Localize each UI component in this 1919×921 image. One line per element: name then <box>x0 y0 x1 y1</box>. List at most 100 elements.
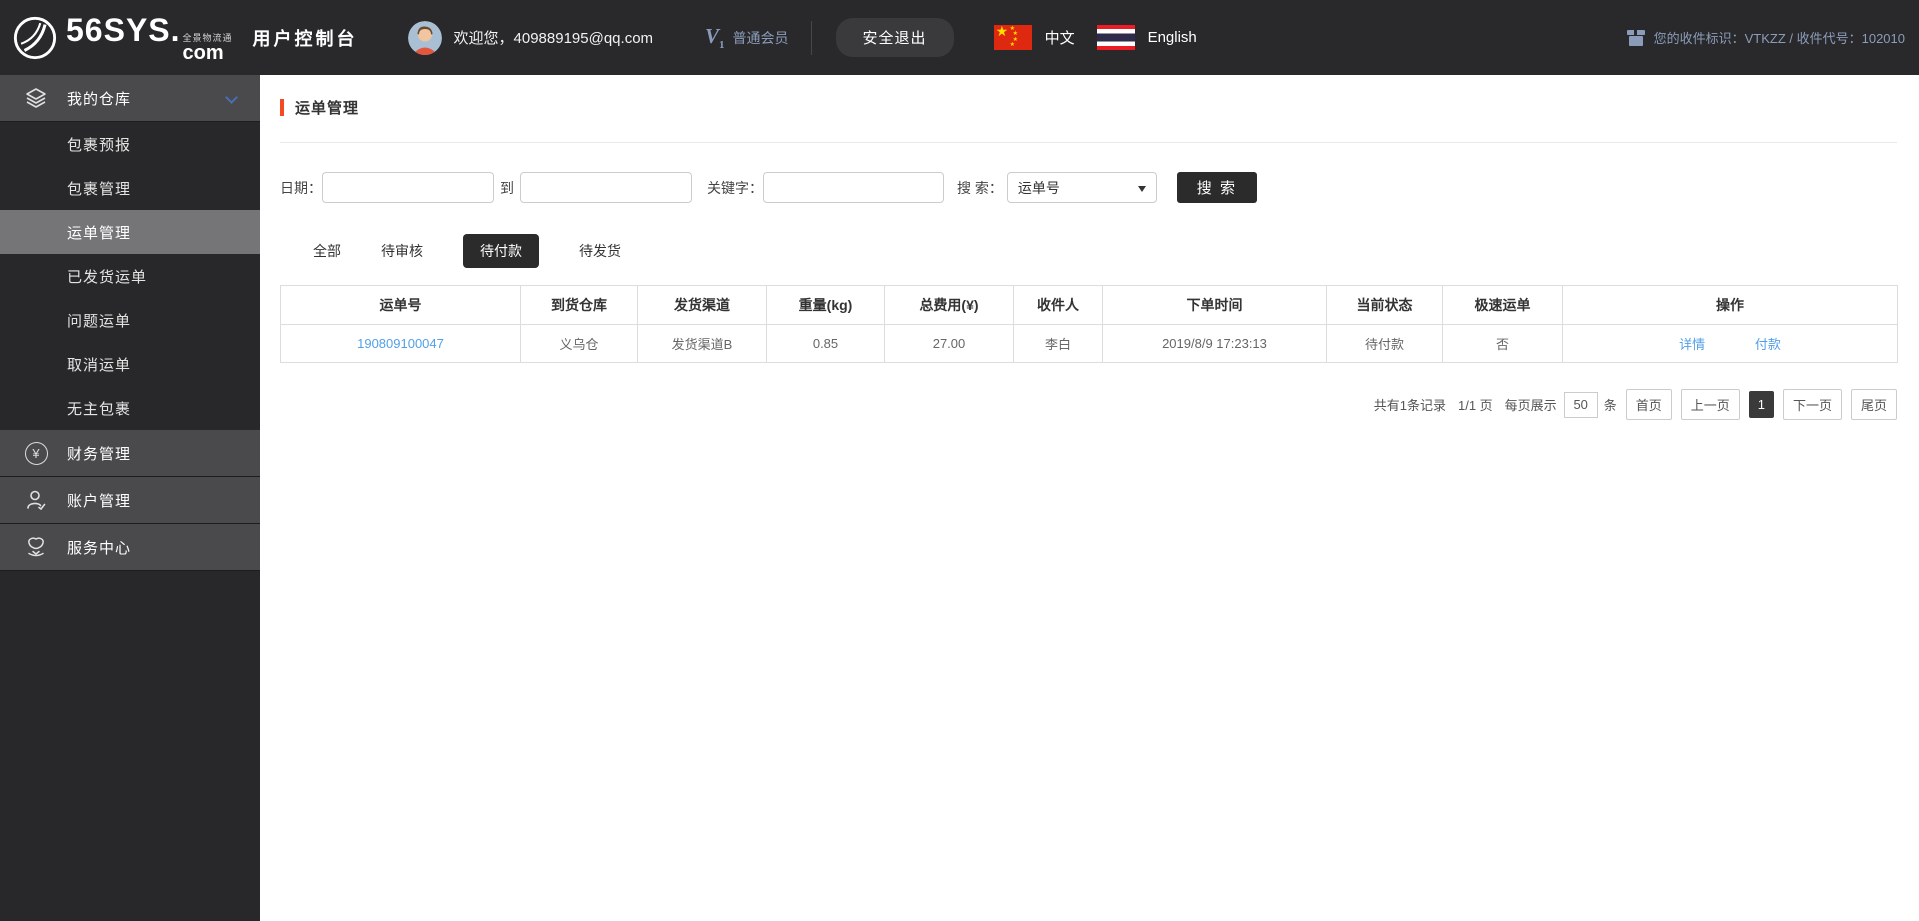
language-switch-english[interactable]: English <box>1096 25 1197 50</box>
sidebar-item-cancelled-waybills[interactable]: 取消运单 <box>0 342 260 386</box>
col-channel: 发货渠道 <box>637 285 767 325</box>
service-flower-icon <box>24 535 48 559</box>
waybill-table: 运单号 到货仓库 发货渠道 重量(kg) 总费用(¥) 收件人 下单时间 当前状… <box>280 285 1898 363</box>
lang-zh-label: 中文 <box>1044 30 1075 47</box>
cell-order-time: 2019/8/9 17:23:13 <box>1102 324 1327 363</box>
cell-status: 待付款 <box>1326 324 1443 363</box>
yen-circle-icon: ¥ <box>24 441 48 465</box>
select-arrow-icon <box>1137 186 1146 192</box>
cell-receiver: 李白 <box>1013 324 1103 363</box>
sidebar-group-my-warehouse[interactable]: 我的仓库 <box>0 75 260 122</box>
detail-link[interactable]: 详情 <box>1679 337 1705 352</box>
col-express: 极速运单 <box>1442 285 1563 325</box>
sidebar-item-package-forecast[interactable]: 包裹预报 <box>0 122 260 166</box>
globe-swoosh-icon <box>13 16 57 59</box>
col-weight: 重量(kg) <box>766 285 885 325</box>
sidebar-group-label: 财务管理 <box>67 445 132 463</box>
first-page-button[interactable]: 首页 <box>1625 389 1672 420</box>
keyword-label: 关键字： <box>707 179 763 196</box>
sidebar-group-label: 我的仓库 <box>67 90 132 108</box>
table-row: 190809100047 义乌仓 发货渠道B 0.85 27.00 李白 201… <box>280 324 1898 363</box>
pay-link[interactable]: 付款 <box>1755 337 1781 352</box>
date-to-label: 到 <box>500 179 514 196</box>
cell-express: 否 <box>1442 324 1563 363</box>
avatar <box>407 20 442 55</box>
receiver-id-text: 您的收件标识：VTKZZ / 收件代号：102010 <box>1653 31 1905 46</box>
sidebar-group-account[interactable]: 账户管理 <box>0 477 260 524</box>
col-warehouse: 到货仓库 <box>520 285 638 325</box>
chevron-down-icon <box>225 91 238 104</box>
china-flag-icon: ★ ★ ★ ★ ★ <box>993 23 1032 50</box>
membership-badge: V1 普通会员 <box>705 24 789 51</box>
tab-pending-review[interactable]: 待审核 <box>381 234 423 268</box>
logo-main-text: 56SYS. <box>66 12 181 48</box>
page-count-text: 1/1 页 <box>1457 398 1493 413</box>
last-page-button[interactable]: 尾页 <box>1850 389 1897 420</box>
search-filter-row: 日期： 到 关键字： 搜 索： 运单号 搜 索 <box>280 172 1919 203</box>
member-level-label: 普通会员 <box>732 29 789 46</box>
sidebar-group-label: 服务中心 <box>67 539 132 557</box>
col-total-fee: 总费用(¥) <box>884 285 1014 325</box>
header-divider <box>810 20 812 55</box>
prev-page-button[interactable]: 上一页 <box>1680 389 1740 420</box>
warehouse-submenu: 包裹预报 包裹管理 运单管理 已发货运单 问题运单 取消运单 无主包裹 <box>0 122 260 430</box>
table-header-row: 运单号 到货仓库 发货渠道 重量(kg) 总费用(¥) 收件人 下单时间 当前状… <box>280 285 1898 325</box>
per-page-input[interactable] <box>1563 391 1598 418</box>
per-page-unit: 条 <box>1603 398 1617 413</box>
sidebar-item-problem-waybills[interactable]: 问题运单 <box>0 298 260 342</box>
main-content: 运单管理 日期： 到 关键字： 搜 索： 运单号 搜 索 全部 待审核 待付款 … <box>260 75 1919 921</box>
title-divider <box>280 142 1897 143</box>
person-avatar-icon <box>407 20 442 55</box>
thailand-flag-icon <box>1096 25 1135 50</box>
sidebar-item-waybill-management[interactable]: 运单管理 <box>0 210 260 254</box>
logo-com: com <box>182 42 224 64</box>
layers-icon <box>24 86 48 110</box>
cell-total-fee: 27.00 <box>884 324 1014 363</box>
tab-pending-payment[interactable]: 待付款 <box>463 234 539 268</box>
total-records-text: 共有1条记录 <box>1373 398 1446 413</box>
page-title-row: 运单管理 <box>280 98 1899 117</box>
tab-pending-shipment[interactable]: 待发货 <box>579 234 621 268</box>
cell-weight: 0.85 <box>766 324 885 363</box>
per-page-label: 每页展示 <box>1504 398 1557 413</box>
next-page-button[interactable]: 下一页 <box>1782 389 1842 420</box>
col-status: 当前状态 <box>1326 285 1443 325</box>
sidebar-group-finance[interactable]: ¥ 财务管理 <box>0 430 260 477</box>
pagination-bar: 共有1条记录 1/1 页 每页展示 条 首页 上一页 1 下一页 尾页 <box>260 389 1897 420</box>
cell-warehouse: 义乌仓 <box>520 324 638 363</box>
col-receiver: 收件人 <box>1013 285 1103 325</box>
date-to-input[interactable] <box>520 172 692 203</box>
page-title: 运单管理 <box>295 99 360 117</box>
col-actions: 操作 <box>1562 285 1898 325</box>
current-page-button[interactable]: 1 <box>1748 391 1774 418</box>
search-button[interactable]: 搜 索 <box>1176 172 1257 203</box>
keyword-input[interactable] <box>763 172 944 203</box>
console-title: 用户控制台 <box>252 28 358 49</box>
user-icon <box>24 488 48 512</box>
date-label: 日期： <box>280 179 322 196</box>
search-type-selected-value: 运单号 <box>1017 179 1060 196</box>
sidebar-item-shipped-waybills[interactable]: 已发货运单 <box>0 254 260 298</box>
col-order-time: 下单时间 <box>1102 285 1327 325</box>
sidebar-nav: 我的仓库 包裹预报 包裹管理 运单管理 已发货运单 问题运单 取消运单 无主包裹… <box>0 75 260 921</box>
col-waybill-no: 运单号 <box>280 285 521 325</box>
sidebar-group-label: 账户管理 <box>67 492 132 510</box>
package-icon <box>1626 29 1645 46</box>
vip-level-icon: V1 <box>705 23 725 52</box>
language-switch-chinese[interactable]: ★ ★ ★ ★ ★ 中文 <box>993 23 1075 50</box>
sidebar-group-service-center[interactable]: 服务中心 <box>0 524 260 571</box>
status-tabs: 全部 待审核 待付款 待发货 <box>313 234 1919 268</box>
brand-logo: 56SYS. 全景物流通 com <box>12 12 233 63</box>
sidebar-item-unclaimed-packages[interactable]: 无主包裹 <box>0 386 260 430</box>
user-info: 欢迎您，409889195@qq.com <box>407 20 654 55</box>
logout-button[interactable]: 安全退出 <box>835 18 954 57</box>
waybill-number-link[interactable]: 190809100047 <box>357 336 444 351</box>
title-accent-bar <box>280 98 284 116</box>
tab-all[interactable]: 全部 <box>313 234 341 268</box>
welcome-text: 欢迎您，409889195@qq.com <box>453 30 654 47</box>
date-from-input[interactable] <box>322 172 494 203</box>
search-type-select[interactable]: 运单号 <box>1006 172 1157 203</box>
receiver-id-info: 您的收件标识：VTKZZ / 收件代号：102010 <box>1626 28 1905 47</box>
sidebar-item-package-management[interactable]: 包裹管理 <box>0 166 260 210</box>
search-type-label: 搜 索： <box>957 179 1003 196</box>
